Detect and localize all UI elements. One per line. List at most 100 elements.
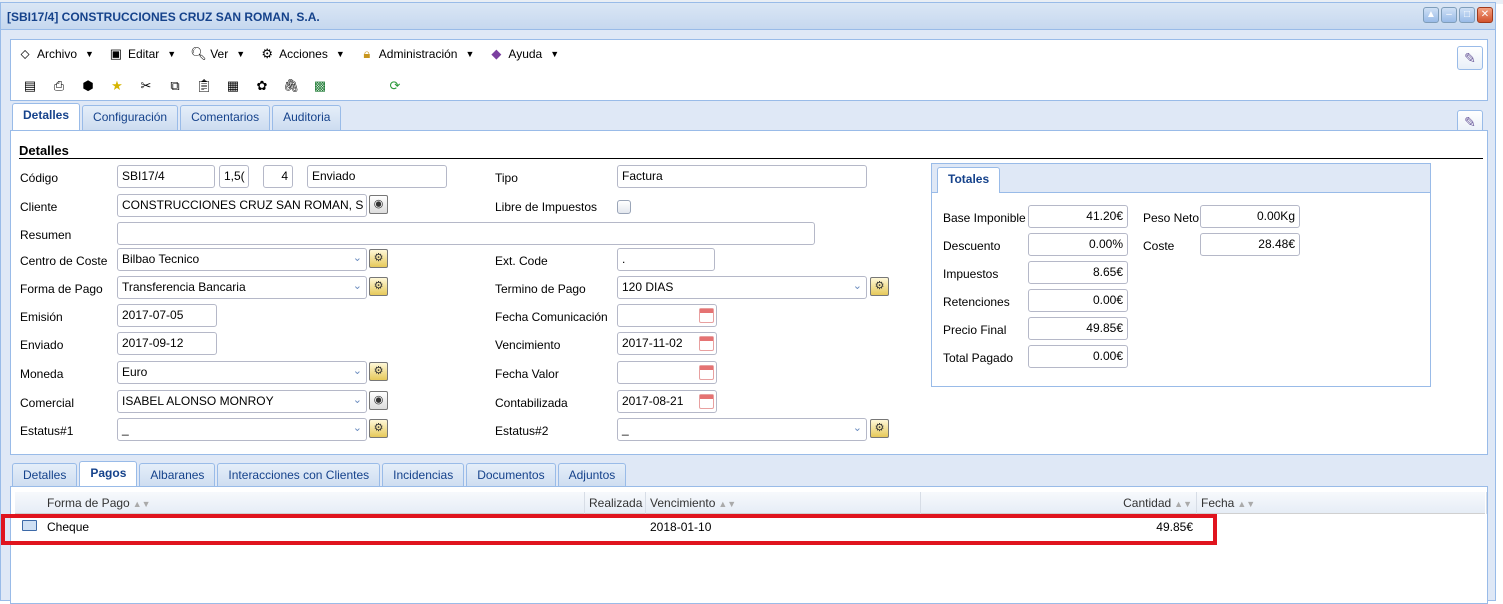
- tab-auditoria[interactable]: Auditoria: [272, 105, 342, 130]
- precio-final-field[interactable]: 49.85€: [1028, 317, 1128, 340]
- chevron-down-icon[interactable]: ⌄: [853, 279, 862, 292]
- menu-ayuda[interactable]: ◆ Ayuda ▼: [488, 45, 559, 63]
- tab-albaranes[interactable]: Albaranes: [139, 463, 216, 488]
- codigo-field[interactable]: SBI17/4: [117, 165, 215, 188]
- menu-administracion[interactable]: 🔒︎ Administración ▼: [359, 45, 475, 63]
- tab-comentarios[interactable]: Comentarios: [180, 105, 271, 130]
- libre-impuestos-label: Libre de Impuestos: [495, 200, 598, 214]
- column-header-realizada[interactable]: Realizada: [585, 492, 646, 514]
- tab-adjuntos[interactable]: Adjuntos: [557, 463, 627, 488]
- excel-icon[interactable]: ▩: [309, 76, 331, 96]
- codigo-extra-field[interactable]: 1,5(: [219, 165, 249, 188]
- chevron-down-icon[interactable]: ⌄: [853, 421, 862, 434]
- estado-field[interactable]: Enviado: [307, 165, 447, 188]
- window-controls: ▲ – □ ✕: [1423, 7, 1493, 23]
- column-header-fecha[interactable]: Fecha ▲▼: [1197, 492, 1487, 514]
- coste-field[interactable]: 28.48€: [1200, 233, 1300, 256]
- column-header-forma-pago[interactable]: Forma de Pago ▲▼: [43, 492, 585, 514]
- menu-archivo[interactable]: ⬦ Archivo ▼: [17, 45, 94, 63]
- tab-interacciones[interactable]: Interacciones con Clientes: [217, 463, 381, 488]
- archive-icon: ⬦: [20, 46, 30, 61]
- fecha-comunicacion-field[interactable]: [617, 304, 717, 327]
- chevron-down-icon[interactable]: ⌄: [353, 251, 362, 264]
- tab-detalles[interactable]: Detalles: [12, 103, 81, 130]
- calendar-icon[interactable]: [699, 336, 714, 351]
- tipo-field[interactable]: Factura: [617, 165, 867, 188]
- libre-impuestos-checkbox[interactable]: [617, 200, 631, 214]
- calendar-icon[interactable]: [699, 394, 714, 409]
- calendar-icon[interactable]: [699, 365, 714, 380]
- chevron-down-icon[interactable]: ⌄: [353, 421, 362, 434]
- tab-configuracion[interactable]: Configuración: [82, 105, 179, 130]
- comercial-select[interactable]: ISABEL ALONSO MONROY ⌄: [117, 390, 367, 413]
- contabilizada-field[interactable]: 2017-08-21: [617, 390, 717, 413]
- cut-icon[interactable]: ✂: [135, 76, 157, 96]
- estatus1-lookup-button[interactable]: ⚙: [369, 419, 388, 438]
- moneda-select[interactable]: Euro ⌄: [117, 361, 367, 384]
- copy-icon[interactable]: ⧉: [164, 76, 186, 96]
- close-icon[interactable]: ✕: [1477, 7, 1493, 23]
- chevron-down-icon[interactable]: ⌄: [353, 279, 362, 292]
- settings-icon[interactable]: ✿: [251, 76, 273, 96]
- peso-neto-field[interactable]: 0.00Kg: [1200, 205, 1300, 228]
- chevron-down-icon[interactable]: ⌄: [353, 393, 362, 406]
- enviado-field[interactable]: 2017-09-12: [117, 332, 217, 355]
- estatus1-select[interactable]: _ ⌄: [117, 418, 367, 441]
- menu-editar[interactable]: ▣ Editar ▼: [108, 45, 176, 63]
- refresh-icon[interactable]: ⟳: [384, 76, 406, 96]
- paste-icon[interactable]: 📋︎: [193, 76, 215, 96]
- column-header-vencimiento[interactable]: Vencimiento ▲▼: [646, 492, 921, 514]
- column-label: Forma de Pago: [47, 496, 130, 510]
- emision-field[interactable]: 2017-07-05: [117, 304, 217, 327]
- forma-pago-lookup-button[interactable]: ⚙: [369, 277, 388, 296]
- favorite-star-icon[interactable]: ★: [106, 76, 128, 96]
- view-comercial-button[interactable]: ◉: [369, 391, 388, 410]
- view-client-button[interactable]: ◉: [369, 195, 388, 214]
- estatus2-lookup-button[interactable]: ⚙: [870, 419, 889, 438]
- vencimiento-field[interactable]: 2017-11-02: [617, 332, 717, 355]
- tab-pagos[interactable]: Pagos: [79, 461, 138, 488]
- print-icon[interactable]: ⎙: [48, 76, 70, 96]
- centro-coste-select[interactable]: Bilbao Tecnico ⌄: [117, 248, 367, 271]
- centro-coste-lookup-button[interactable]: ⚙: [369, 249, 388, 268]
- tab-totales[interactable]: Totales: [937, 167, 1001, 193]
- menu-label: Archivo: [37, 47, 78, 61]
- impuestos-field[interactable]: 8.65€: [1028, 261, 1128, 284]
- resumen-field[interactable]: [117, 222, 815, 245]
- report-icon[interactable]: ▦: [222, 76, 244, 96]
- base-imponible-field[interactable]: 41.20€: [1028, 205, 1128, 228]
- save-icon[interactable]: ▤: [19, 76, 41, 96]
- descuento-field[interactable]: 0.00%: [1028, 233, 1128, 256]
- retenciones-field[interactable]: 0.00€: [1028, 289, 1128, 312]
- minimize-icon[interactable]: –: [1441, 7, 1457, 23]
- delete-icon[interactable]: ⬢: [77, 76, 99, 96]
- total-pagado-field[interactable]: 0.00€: [1028, 345, 1128, 368]
- codigo-number-field[interactable]: 4: [263, 165, 293, 188]
- menu-ver[interactable]: 🔍︎ Ver ▼: [190, 45, 245, 63]
- chevron-down-icon[interactable]: ⌄: [353, 364, 362, 377]
- termino-pago-select[interactable]: 120 DIAS ⌄: [617, 276, 867, 299]
- column-header-cantidad[interactable]: Cantidad ▲▼: [921, 492, 1197, 514]
- menu-acciones[interactable]: ⚙ Acciones ▼: [259, 45, 344, 63]
- tab-detalles-lower[interactable]: Detalles: [12, 463, 78, 488]
- forma-pago-select[interactable]: Transferencia Bancaria ⌄: [117, 276, 367, 299]
- ext-code-field[interactable]: .: [617, 248, 715, 271]
- tab-documentos[interactable]: Documentos: [466, 463, 556, 488]
- cliente-field[interactable]: CONSTRUCCIONES CRUZ SAN ROMAN, S: [117, 194, 367, 217]
- table-row[interactable]: Cheque 2018-01-10 49.85€: [15, 515, 1485, 539]
- chevron-down-icon: ▼: [465, 49, 475, 59]
- tab-incidencias[interactable]: Incidencias: [382, 463, 465, 488]
- vencimiento-label: Vencimiento: [495, 338, 561, 352]
- attach-icon[interactable]: 🖇︎: [280, 76, 302, 96]
- maximize-icon[interactable]: □: [1459, 7, 1475, 23]
- termino-pago-lookup-button[interactable]: ⚙: [870, 277, 889, 296]
- menu-label: Ayuda: [508, 47, 543, 61]
- calendar-icon[interactable]: [699, 308, 714, 323]
- collapse-icon[interactable]: ▲: [1423, 7, 1439, 23]
- moneda-lookup-button[interactable]: ⚙: [369, 362, 388, 381]
- edit-layout-button[interactable]: ✎: [1457, 46, 1483, 70]
- invoice-window: [SBI17/4] CONSTRUCCIONES CRUZ SAN ROMAN,…: [0, 2, 1496, 604]
- estatus2-select[interactable]: _ ⌄: [617, 418, 867, 441]
- window-title: [SBI17/4] CONSTRUCCIONES CRUZ SAN ROMAN,…: [7, 10, 320, 24]
- fecha-valor-field[interactable]: [617, 361, 717, 384]
